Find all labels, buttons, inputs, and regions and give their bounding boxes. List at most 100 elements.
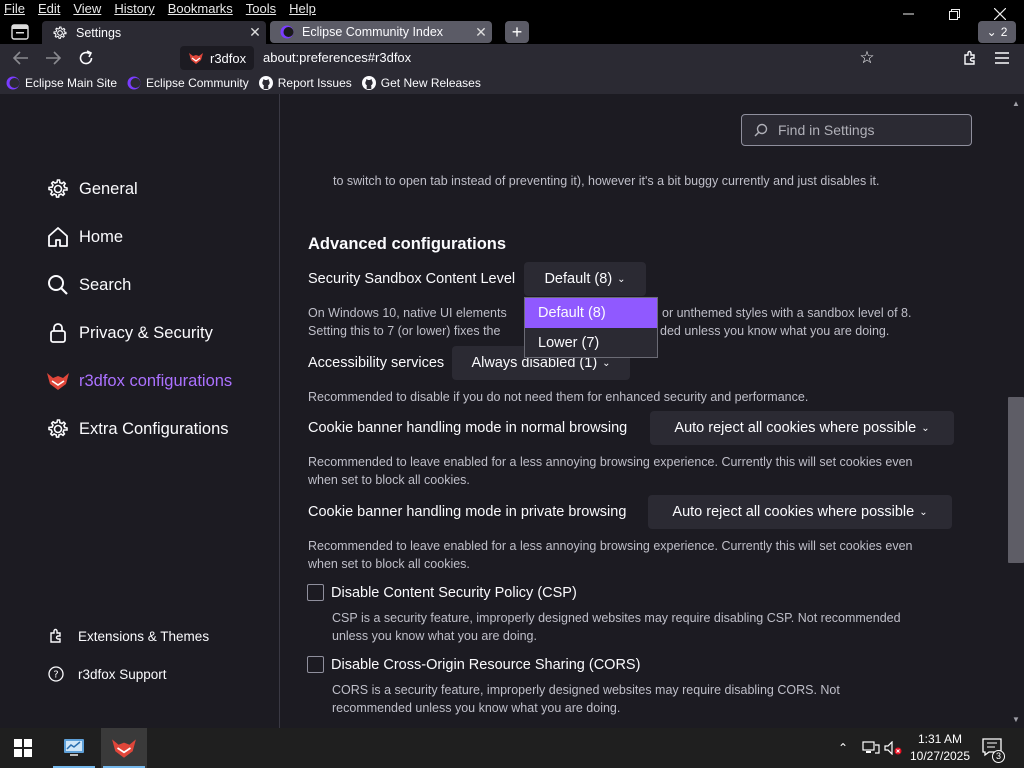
sandbox-level-dropdown[interactable]: Default (8) ⌄	[524, 262, 646, 296]
start-button[interactable]	[0, 728, 46, 768]
cors-description: recommended unless you know what you are…	[332, 701, 621, 715]
settings-page: General Home Search Privacy & Security r…	[0, 94, 1024, 728]
bookmark-get-new-releases[interactable]: Get New Releases	[361, 76, 481, 90]
menu-file[interactable]: File	[4, 1, 25, 17]
app-menu-button[interactable]	[990, 47, 1014, 69]
bookmark-star-button[interactable]: ☆	[855, 46, 879, 70]
new-tab-button[interactable]: +	[505, 21, 529, 43]
restore-icon	[948, 8, 960, 20]
r3dfox-support-link[interactable]: ? r3dfox Support	[48, 664, 167, 684]
disable-cors-checkbox-row[interactable]: Disable Cross-Origin Resource Sharing (C…	[307, 656, 640, 673]
github-icon	[258, 76, 273, 90]
search-icon	[46, 273, 70, 297]
cookie-normal-description: Recommended to leave enabled for a less …	[308, 455, 913, 469]
chevron-down-icon: ⌄	[921, 422, 930, 434]
menu-help[interactable]: Help	[289, 1, 316, 17]
gear-icon	[52, 25, 68, 41]
github-icon	[361, 76, 376, 90]
sandbox-description-part: On Windows 10, native UI elements	[308, 306, 507, 320]
category-label: Home	[79, 227, 124, 246]
menu-edit[interactable]: Edit	[38, 1, 60, 17]
volume-tray-button[interactable]	[884, 728, 902, 768]
bookmark-eclipse-main-site[interactable]: Eclipse Main Site	[6, 76, 117, 90]
bookmark-label: Eclipse Main Site	[25, 76, 118, 90]
bookmark-eclipse-community[interactable]: Eclipse Community	[127, 76, 249, 90]
disable-csp-checkbox[interactable]	[307, 584, 324, 601]
menu-view[interactable]: View	[73, 1, 101, 17]
close-tab-button[interactable]: ✕	[244, 24, 266, 41]
forward-arrow-icon	[46, 51, 61, 65]
menu-history[interactable]: History	[114, 1, 154, 17]
menu-tools[interactable]: Tools	[246, 1, 276, 17]
close-tab-button[interactable]: ✕	[470, 24, 492, 41]
firefox-view-icon	[11, 24, 29, 40]
disable-csp-checkbox-row[interactable]: Disable Content Security Policy (CSP)	[307, 584, 577, 601]
dropdown-value: Default (8)	[544, 271, 613, 287]
category-privacy-security[interactable]: Privacy & Security	[46, 320, 213, 346]
disable-cors-checkbox[interactable]	[307, 656, 324, 673]
tab-title: Eclipse Community Index	[302, 25, 444, 39]
cookie-normal-label: Cookie banner handling mode in normal br…	[308, 420, 628, 436]
minimize-icon	[902, 13, 914, 15]
scroll-up-arrow-icon[interactable]: ▲	[1008, 96, 1024, 110]
show-hidden-icons-button[interactable]: ⌃	[838, 728, 848, 768]
navigation-toolbar: r3dfox about:preferences#r3dfox ☆	[0, 44, 1024, 72]
back-button[interactable]	[9, 47, 33, 69]
sandbox-level-popup: Default (8) Lower (7)	[524, 297, 658, 358]
reload-button[interactable]	[74, 47, 98, 69]
volume-muted-icon	[884, 741, 902, 755]
taskbar-network-app[interactable]	[51, 728, 97, 768]
identity-box[interactable]: r3dfox	[180, 46, 254, 70]
forward-button[interactable]	[41, 47, 65, 69]
extensions-button[interactable]	[958, 47, 982, 69]
action-center-button[interactable]: 3	[982, 728, 1005, 768]
url-text[interactable]: about:preferences#r3dfox	[263, 50, 411, 65]
taskbar-r3dfox[interactable]	[101, 728, 147, 768]
cookie-private-dropdown[interactable]: Auto reject all cookies where possible ⌄	[648, 495, 952, 529]
system-clock[interactable]: 1:31 AM 10/27/2025	[905, 731, 975, 765]
category-general[interactable]: General	[46, 176, 138, 202]
bookmark-report-issues[interactable]: Report Issues	[258, 76, 352, 90]
category-home[interactable]: Home	[46, 224, 123, 250]
menu-bookmarks[interactable]: Bookmarks	[168, 1, 233, 17]
chevron-down-icon: ⌄	[919, 506, 928, 518]
back-arrow-icon	[13, 51, 28, 65]
option-lower-7[interactable]: Lower (7)	[525, 328, 657, 358]
extensions-themes-link[interactable]: Extensions & Themes	[48, 626, 209, 646]
checkbox-label: Disable Content Security Policy (CSP)	[331, 584, 577, 601]
option-default-8[interactable]: Default (8)	[525, 298, 657, 328]
category-r3dfox-configurations[interactable]: r3dfox configurations	[46, 368, 232, 394]
identity-label: r3dfox	[210, 50, 247, 66]
scrollbar-thumb[interactable]	[1008, 397, 1024, 563]
accessibility-description: Recommended to disable if you do not nee…	[308, 390, 809, 404]
tab-settings[interactable]: Settings ✕	[42, 21, 266, 44]
r3dfox-icon	[46, 369, 70, 393]
minimize-button[interactable]	[885, 0, 931, 28]
tab-eclipse-community-index[interactable]: Eclipse Community Index ✕	[270, 21, 492, 43]
network-tray-button[interactable]	[862, 728, 880, 768]
gear-icon	[46, 177, 70, 201]
eclipse-icon	[127, 76, 141, 90]
cookie-private-label: Cookie banner handling mode in private b…	[308, 504, 627, 520]
puzzle-icon	[48, 628, 64, 644]
find-in-settings-input[interactable]: Find in Settings	[741, 114, 972, 146]
firefox-view-button[interactable]	[8, 21, 32, 43]
category-search[interactable]: Search	[46, 272, 131, 298]
csp-description: CSP is a security feature, improperly de…	[332, 611, 901, 625]
r3dfox-icon	[112, 739, 136, 758]
menu-bar: File Edit View History Bookmarks Tools H…	[0, 1, 323, 17]
reload-icon	[79, 50, 93, 65]
all-tabs-button[interactable]: ⌄ 2	[978, 21, 1016, 43]
csp-description: unless you know what you are doing.	[332, 629, 537, 643]
sandbox-level-label: Security Sandbox Content Level	[308, 271, 516, 287]
puzzle-icon	[964, 50, 975, 65]
cookie-normal-dropdown[interactable]: Auto reject all cookies where possible ⌄	[650, 411, 954, 445]
plus-icon: +	[511, 21, 523, 42]
category-extra-configurations[interactable]: Extra Configurations	[46, 416, 229, 442]
scroll-down-arrow-icon[interactable]: ▼	[1008, 712, 1024, 726]
url-bar[interactable]: r3dfox about:preferences#r3dfox ☆	[180, 46, 880, 70]
link-label: Extensions & Themes	[78, 628, 210, 644]
vertical-scrollbar[interactable]: ▲ ▼	[1008, 94, 1024, 728]
restore-button[interactable]	[931, 0, 977, 28]
dropdown-value: Auto reject all cookies where possible	[674, 420, 917, 436]
